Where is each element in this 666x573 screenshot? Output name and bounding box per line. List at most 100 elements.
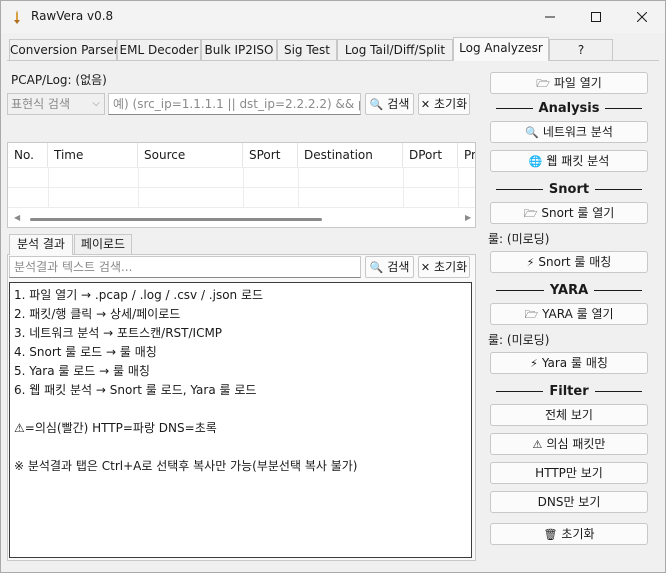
tab-sig-test[interactable]: Sig Test (277, 39, 337, 61)
http-only-button[interactable]: HTTP만 보기 (490, 462, 648, 484)
divider (594, 390, 642, 392)
column-header-no[interactable]: No. (8, 143, 48, 167)
horizontal-scrollbar[interactable] (30, 218, 322, 221)
result-line (14, 438, 467, 457)
yara-section-header: YARA (490, 280, 648, 300)
yara-rule-status: 룰: (미로딩) (488, 333, 550, 347)
grid-line (138, 167, 139, 207)
result-search-button[interactable]: 🔍 검색 (365, 256, 414, 278)
lightning-icon: ⚡ (526, 256, 535, 269)
result-line: ※ 분석결과 탭은 Ctrl+A로 선택후 복사만 가능(부분선택 복사 불가) (14, 459, 358, 473)
filter-reset-button[interactable]: ✕ 초기화 (418, 93, 470, 115)
divider (595, 188, 642, 190)
yara-open-rule-button[interactable]: 🗁 YARA 룰 열기 (490, 303, 648, 325)
grid-line (48, 167, 49, 207)
search-icon: 🔍 (369, 98, 384, 111)
tab-help[interactable]: ? (549, 39, 613, 61)
snort-section-header: Snort (490, 179, 648, 199)
result-line: 2. 패킷/행 클릭 → 상세/페이로드 (14, 307, 181, 321)
globe-icon: 🌐 (528, 155, 543, 168)
web-packet-analysis-button[interactable]: 🌐 웹 패킷 분석 (490, 150, 648, 172)
network-analysis-button[interactable]: 🔍 네트워크 분석 (490, 121, 648, 143)
reset-filter-button[interactable]: 🗑 초기화 (490, 523, 648, 545)
divider (496, 107, 533, 109)
result-line: 6. 웹 패킷 분석 → Snort 룰 로드, Yara 룰 로드 (14, 383, 257, 397)
search-icon: 🔍 (525, 126, 539, 139)
maximize-icon (591, 12, 601, 22)
result-line: 5. Yara 룰 로드 → 룰 매칭 (14, 364, 150, 378)
search-icon: 🔍 (369, 261, 384, 274)
minimize-button[interactable] (527, 1, 573, 33)
title-bar: RawVera v0.8 (1, 1, 665, 33)
search-mode-value: 표현식 검색 (11, 97, 71, 111)
filter-section-header: Filter (490, 381, 648, 401)
lightning-icon: ⚡ (530, 357, 538, 370)
grid-line (298, 167, 299, 207)
open-file-button[interactable]: 🗁 파일 열기 (490, 72, 648, 94)
tab-log-analyzer[interactable]: Log Analyzesr (453, 37, 549, 61)
grid-line (458, 167, 459, 207)
dns-only-button[interactable]: DNS만 보기 (490, 491, 648, 513)
warning-icon: ⚠ (532, 438, 543, 451)
trash-icon: 🗑 (543, 528, 558, 541)
app-logo-icon (14, 10, 20, 24)
column-header-protocol[interactable]: Pr (458, 143, 475, 167)
column-header-source[interactable]: Source (138, 143, 243, 167)
grid-line (8, 167, 475, 168)
column-header-destination[interactable]: Destination (298, 143, 403, 167)
suspicious-only-button[interactable]: ⚠ 의심 패킷만 (490, 433, 648, 455)
maximize-button[interactable] (573, 1, 619, 33)
tab-analysis-result[interactable]: 분석 결과 (9, 234, 73, 255)
expression-filter-input[interactable]: 예) (src_ip=1.1.1.1 || dst_ip=2.2.2.2) &&… (108, 93, 361, 115)
scroll-right-icon[interactable]: ▶ (465, 213, 471, 222)
column-header-sport[interactable]: SPort (243, 143, 298, 167)
result-line: 3. 네트워크 분석 → 포트스캔/RST/ICMP (14, 326, 223, 340)
show-all-button[interactable]: 전체 보기 (490, 404, 648, 426)
tab-bulk-ip2iso[interactable]: Bulk IP2ISO (201, 39, 277, 61)
column-header-time[interactable]: Time (48, 143, 138, 167)
analysis-result-text[interactable]: 1. 파일 열기 → .pcap / .log / .csv / .json 로… (9, 282, 472, 558)
snort-match-button[interactable]: ⚡ Snort 룰 매칭 (490, 251, 648, 273)
tab-conversion-parser[interactable]: Conversion Parser (9, 39, 119, 61)
divider (496, 289, 544, 291)
grid-line (243, 167, 244, 207)
divider (605, 107, 643, 109)
tab-log-tail-diff-split[interactable]: Log Tail/Diff/Split (337, 39, 453, 61)
scroll-left-icon[interactable]: ◀ (14, 213, 20, 222)
grid-line (8, 187, 475, 188)
snort-open-rule-button[interactable]: 🗁 Snort 룰 열기 (490, 202, 648, 224)
analysis-section-header: Analysis (490, 98, 648, 118)
close-icon (637, 12, 647, 22)
filter-search-button[interactable]: 🔍 검색 (365, 93, 414, 115)
minimize-icon (545, 16, 555, 18)
result-search-input[interactable]: 분석결과 텍스트 검색... (9, 256, 361, 278)
result-line: ⚠=의심(빨간) HTTP=파랑 DNS=초록 (14, 421, 217, 435)
divider (594, 289, 642, 291)
result-line: 1. 파일 열기 → .pcap / .log / .csv / .json 로… (14, 288, 264, 302)
window-title: RawVera v0.8 (31, 9, 114, 23)
close-button[interactable] (619, 1, 665, 33)
snort-rule-status: 룰: (미로딩) (488, 232, 550, 246)
search-mode-dropdown[interactable]: 표현식 검색 ⌵ (7, 93, 105, 115)
folder-icon: 🗁 (524, 308, 539, 321)
tab-panel-border (7, 60, 659, 61)
grid-line (8, 207, 475, 208)
folder-icon: 🗁 (523, 207, 538, 220)
main-tab-bar: Conversion Parser EML Decoder Bulk IP2IS… (1, 37, 665, 61)
yara-match-button[interactable]: ⚡ Yara 룰 매칭 (490, 352, 648, 374)
result-line (14, 400, 467, 419)
divider (496, 390, 544, 392)
result-reset-button[interactable]: ✕ 초기화 (418, 256, 470, 278)
divider (496, 188, 543, 190)
tab-eml-decoder[interactable]: EML Decoder (117, 39, 201, 61)
folder-icon: 🗁 (536, 77, 550, 90)
file-status-label: PCAP/Log: (없음) (11, 73, 107, 87)
app-window: RawVera v0.8 Conversion Parser EML Decod… (0, 0, 666, 573)
chevron-down-icon: ⌵ (92, 98, 100, 109)
column-header-dport[interactable]: DPort (403, 143, 458, 167)
packet-table[interactable]: No. Time Source SPort Destination DPort … (7, 142, 476, 228)
result-line: 4. Snort 룰 로드 → 룰 매칭 (14, 345, 157, 359)
tab-payload[interactable]: 페이로드 (74, 234, 132, 255)
close-x-icon: ✕ (420, 261, 431, 274)
close-x-icon: ✕ (420, 98, 431, 111)
